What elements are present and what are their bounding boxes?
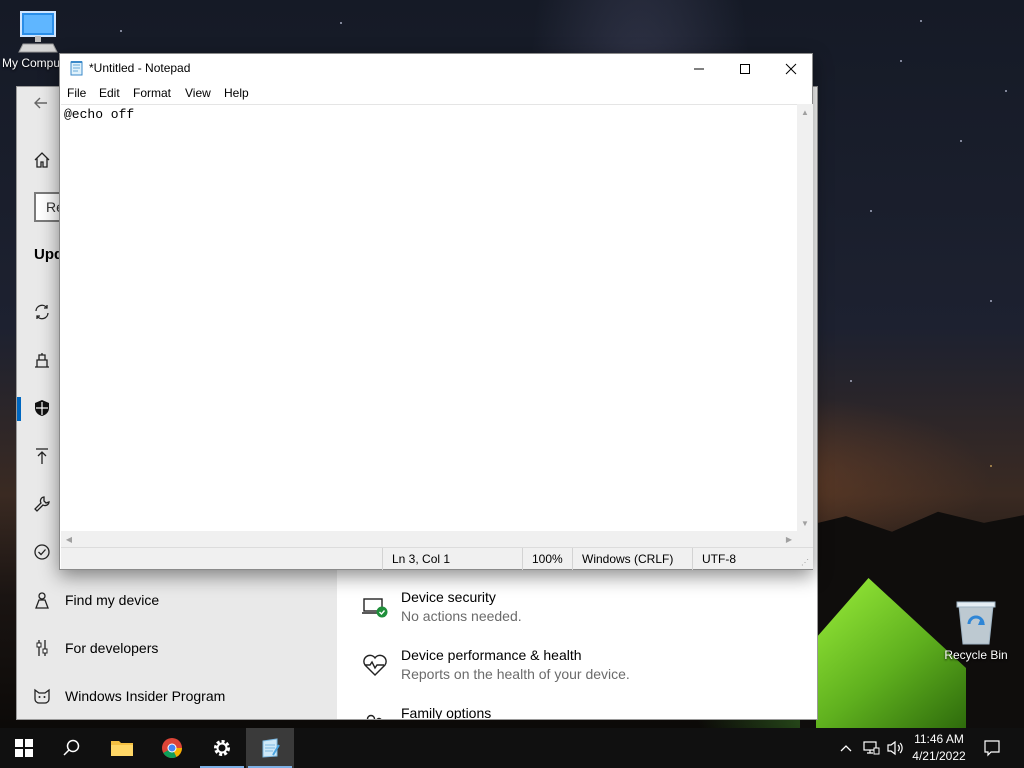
settings-taskbar-button[interactable] — [198, 728, 246, 768]
close-button[interactable] — [768, 54, 814, 84]
star — [870, 210, 872, 212]
notepad-window: *Untitled - Notepad File Edit Format Vie… — [59, 53, 813, 570]
taskbar: 11:46 AM 4/21/2022 — [0, 728, 1024, 768]
start-button[interactable] — [0, 728, 48, 768]
back-arrow-icon[interactable] — [33, 95, 53, 115]
text-editor[interactable]: @echo off — [61, 104, 797, 531]
close-icon — [785, 63, 797, 75]
device-security-item[interactable]: Device security No actions needed. — [361, 589, 801, 639]
item-title: Family options — [401, 705, 492, 720]
zoom-level: 100% — [522, 548, 572, 570]
scroll-up-icon[interactable]: ▲ — [797, 104, 813, 120]
menu-view[interactable]: View — [185, 86, 211, 100]
menu-format[interactable]: Format — [133, 86, 171, 100]
item-description: No actions needed. — [401, 608, 522, 624]
folder-icon — [111, 741, 133, 756]
menu-file[interactable]: File — [67, 86, 86, 100]
chevron-up-icon — [840, 745, 852, 752]
sidebar-item-find-my-device[interactable]: Find my device — [17, 577, 337, 625]
menu-bar: File Edit Format View Help — [60, 84, 812, 104]
star — [1005, 90, 1007, 92]
windows-logo-icon — [15, 739, 33, 757]
minimize-button[interactable] — [676, 54, 722, 84]
scrollbar-corner — [797, 531, 813, 547]
network-icon — [863, 741, 880, 755]
notification-icon — [984, 740, 1000, 757]
speaker-icon — [887, 740, 903, 756]
scroll-down-icon[interactable]: ▼ — [797, 515, 813, 531]
recycle-bin-icon — [956, 601, 996, 645]
insider-cat-icon — [33, 687, 51, 705]
search-icon — [63, 739, 80, 756]
notepad-taskbar-button[interactable] — [246, 728, 294, 768]
chrome-icon — [162, 738, 182, 758]
delivery-optimization-icon — [33, 351, 51, 369]
person-location-icon — [33, 591, 51, 609]
scroll-right-icon[interactable]: ▶ — [781, 531, 797, 547]
maximize-icon — [740, 64, 750, 74]
family-icon — [361, 709, 391, 719]
line-ending: Windows (CRLF) — [572, 548, 692, 570]
gear-icon — [214, 740, 230, 756]
star — [960, 140, 962, 142]
star — [340, 22, 342, 24]
heart-pulse-icon — [361, 651, 391, 681]
developer-sliders-icon — [33, 639, 51, 657]
encoding: UTF-8 — [692, 548, 802, 570]
action-center-button[interactable] — [978, 728, 1006, 768]
wrench-icon — [33, 495, 51, 513]
system-clock[interactable]: 11:46 AM 4/21/2022 — [904, 731, 974, 765]
scroll-left-icon[interactable]: ◀ — [61, 531, 77, 547]
device-performance-item[interactable]: Device performance & health Reports on t… — [361, 647, 801, 697]
resize-grip-icon[interactable]: ⋰ — [801, 558, 809, 567]
star — [120, 30, 122, 32]
menu-edit[interactable]: Edit — [99, 86, 120, 100]
home-icon[interactable] — [33, 151, 53, 171]
sidebar-item-windows-insider-program[interactable]: Windows Insider Program — [17, 673, 337, 719]
menu-help[interactable]: Help — [224, 86, 249, 100]
cursor-position: Ln 3, Col 1 — [382, 548, 522, 570]
star — [990, 300, 992, 302]
item-title: Device performance & health — [401, 647, 582, 663]
vertical-scrollbar[interactable]: ▲ ▼ — [797, 104, 813, 531]
network-button[interactable] — [860, 728, 882, 768]
shield-icon — [33, 399, 51, 417]
notepad-icon — [262, 738, 280, 758]
star — [920, 20, 922, 22]
sidebar-item-for-developers[interactable]: For developers — [17, 625, 337, 673]
star — [850, 380, 852, 382]
file-explorer-button[interactable] — [98, 728, 146, 768]
laptop-check-icon — [361, 593, 391, 623]
notepad-titlebar[interactable]: *Untitled - Notepad — [60, 54, 812, 84]
family-options-item[interactable]: Family options — [361, 705, 801, 720]
status-bar: Ln 3, Col 1 100% Windows (CRLF) UTF-8 ⋰ — [61, 547, 813, 570]
star — [990, 465, 992, 467]
activation-check-icon — [33, 543, 51, 561]
item-title: Device security — [401, 589, 496, 605]
chrome-button[interactable] — [148, 728, 196, 768]
horizontal-scrollbar[interactable]: ◀ ▶ — [61, 531, 797, 547]
sidebar-item-label: For developers — [65, 640, 159, 656]
desktop-icon-label: Recycle Bin — [944, 648, 1008, 662]
sidebar-item-label: Find my device — [65, 592, 160, 608]
search-button[interactable] — [48, 728, 96, 768]
notepad-app-icon[interactable] — [69, 60, 85, 76]
clock-date: 4/21/2022 — [912, 749, 966, 763]
sidebar-item-label: Windows Insider Program — [65, 688, 226, 704]
minimize-icon — [694, 68, 704, 70]
computer-icon — [18, 11, 58, 53]
backup-upload-icon — [33, 447, 51, 465]
maximize-button[interactable] — [722, 54, 768, 84]
desktop-icon-recycle-bin[interactable]: Recycle Bin — [940, 600, 1012, 662]
volume-button[interactable] — [884, 728, 906, 768]
item-description: Reports on the health of your device. — [401, 666, 630, 682]
sync-icon — [33, 303, 51, 321]
clock-time: 11:46 AM — [914, 732, 964, 746]
window-title: *Untitled - Notepad — [89, 61, 191, 75]
show-hidden-icons-button[interactable] — [836, 728, 856, 768]
star — [900, 60, 902, 62]
